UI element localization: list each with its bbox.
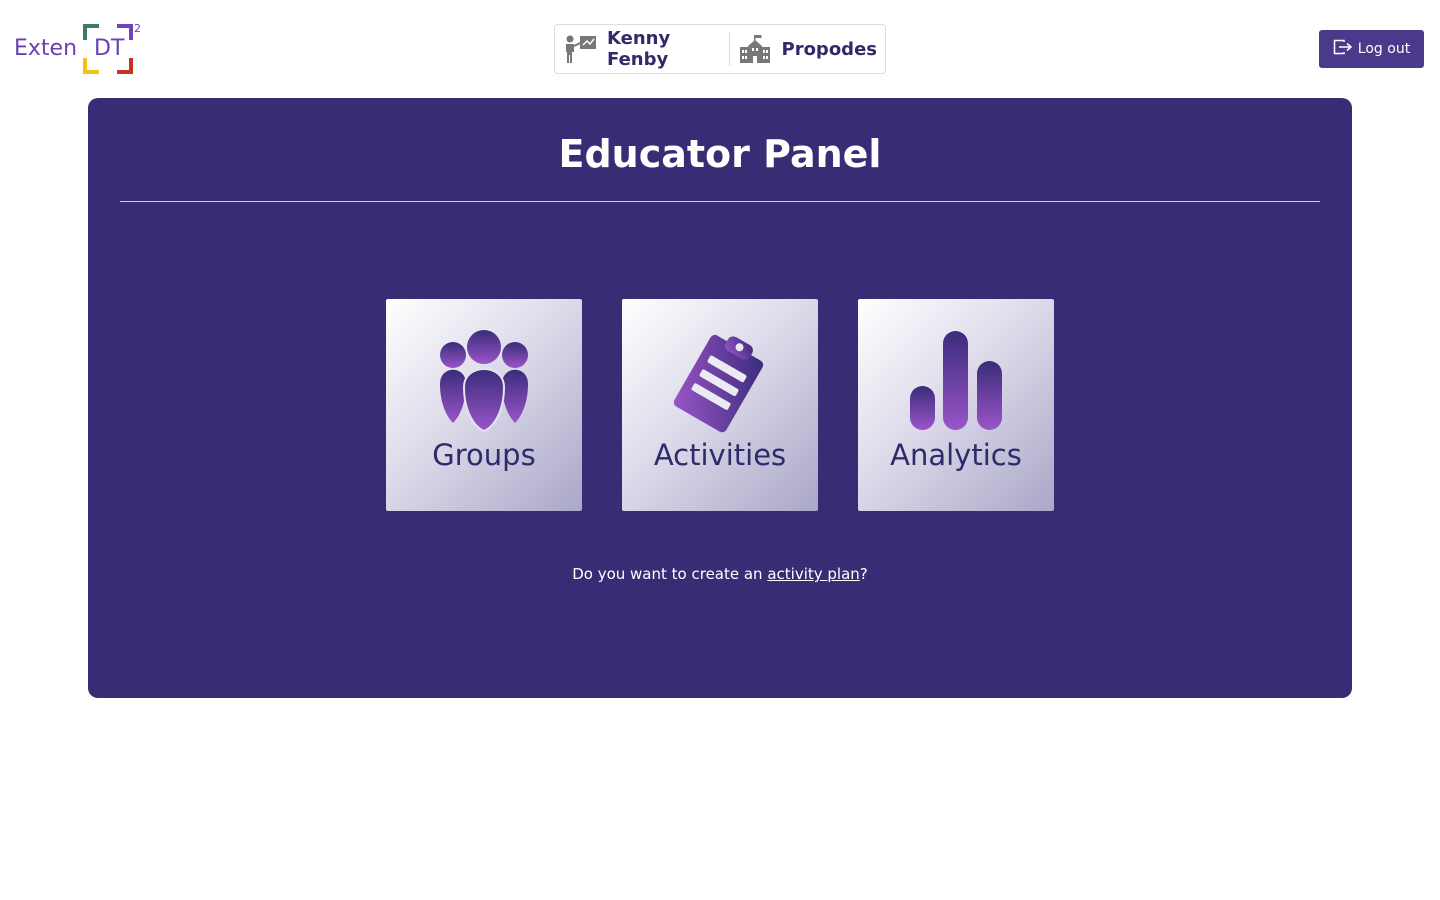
clipboard-icon [670, 329, 770, 433]
school-name: Propodes [781, 38, 878, 60]
user-name-section: Kenny Fenby [555, 25, 729, 73]
activity-plan-link[interactable]: activity plan [767, 565, 859, 583]
activities-label: Activities [653, 438, 787, 472]
logo-prefix: Exten [14, 36, 78, 61]
panel-title: Educator Panel [558, 132, 882, 176]
prompt-question-mark: ? [859, 565, 868, 583]
app-logo[interactable]: Exten DT 2 [14, 22, 144, 76]
groups-label: Groups [432, 438, 536, 472]
title-divider [120, 201, 1320, 202]
prompt-text: Do you want to create an [572, 565, 768, 583]
groups-icon [434, 329, 534, 433]
school-section: Propodes [730, 25, 886, 73]
logout-button[interactable]: Log out [1319, 30, 1424, 68]
analytics-tile[interactable]: Analytics [858, 299, 1054, 511]
groups-tile[interactable]: Groups [386, 299, 582, 511]
bar-chart-icon [906, 329, 1006, 433]
teacher-icon [563, 32, 597, 66]
analytics-label: Analytics [890, 438, 1022, 472]
logout-label: Log out [1357, 41, 1411, 57]
logout-icon [1333, 39, 1358, 59]
activity-plan-prompt: Do you want to create an activity plan? [88, 565, 1352, 583]
logo-superscript: 2 [134, 22, 141, 35]
user-info-box: Kenny Fenby Propodes [554, 24, 886, 74]
educator-panel: Educator Panel Groups Activities Analyti… [88, 98, 1352, 698]
logo-core: DT [94, 36, 125, 61]
user-name: Kenny Fenby [607, 28, 671, 70]
school-building-icon [738, 32, 772, 66]
activities-tile[interactable]: Activities [622, 299, 818, 511]
